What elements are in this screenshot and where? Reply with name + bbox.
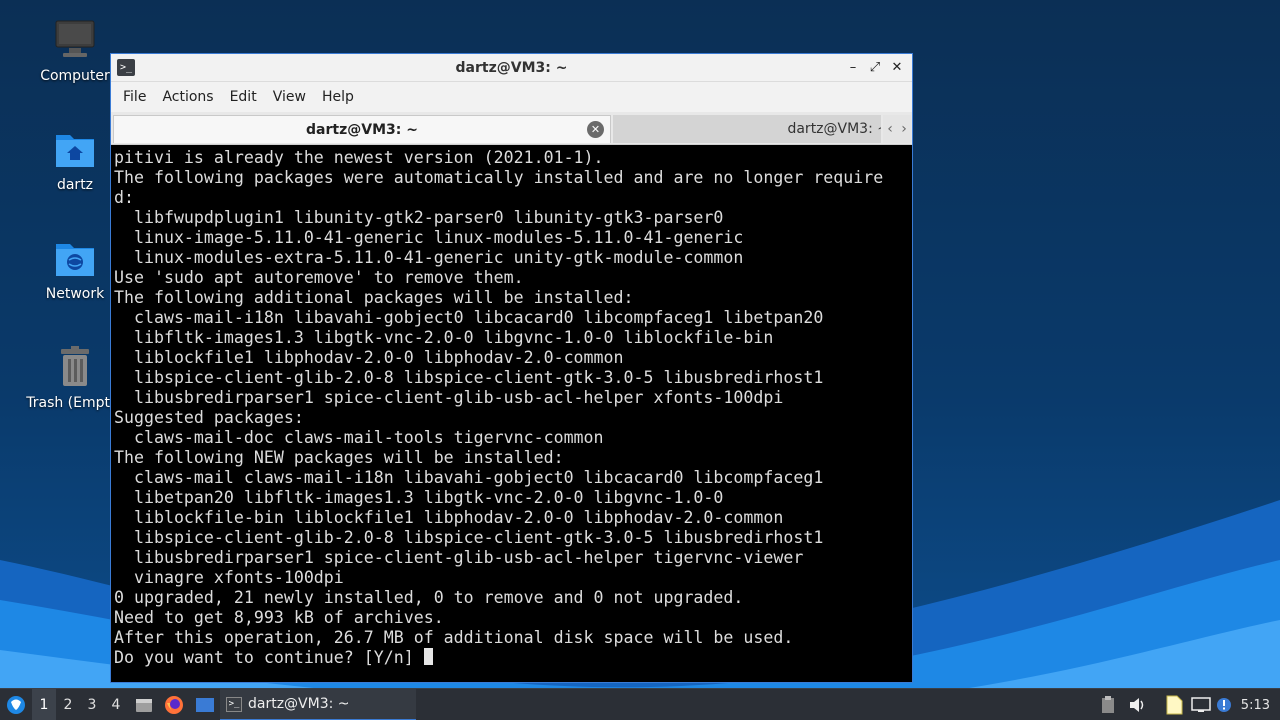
menu-file[interactable]: File: [115, 89, 154, 105]
menu-view[interactable]: View: [265, 89, 314, 105]
show-desktop-icon: [196, 698, 214, 712]
firefox-icon: [165, 696, 183, 714]
update-notifier-icon: [1217, 698, 1231, 712]
file-manager-launcher[interactable]: [134, 689, 154, 720]
start-menu-button[interactable]: [4, 689, 28, 720]
terminal-line: claws-mail-i18n libavahi-gobject0 libcac…: [114, 308, 824, 327]
terminal-line: The following additional packages will b…: [114, 288, 634, 307]
tray-network[interactable]: [1190, 689, 1212, 720]
terminal-line: pitivi is already the newest version (20…: [114, 148, 604, 167]
workspace-3[interactable]: 3: [80, 689, 104, 720]
network-icon: [1191, 697, 1211, 712]
trash-icon: [53, 345, 97, 389]
minimize-button[interactable]: –: [844, 58, 862, 78]
firefox-launcher[interactable]: [163, 689, 185, 720]
terminal-line: libetpan20 libfltk-images1.3 libgtk-vnc-…: [114, 488, 724, 507]
terminal-line: Need to get 8,993 kB of archives.: [114, 608, 444, 627]
terminal-line: claws-mail-doc claws-mail-tools tigervnc…: [114, 428, 604, 447]
maximize-button[interactable]: ⤢: [866, 58, 884, 78]
tab-scroll-right-icon[interactable]: ›: [897, 115, 911, 143]
home-folder-icon: [53, 127, 97, 171]
terminal-line: Suggested packages:: [114, 408, 304, 427]
terminal-line: d:: [114, 188, 134, 207]
menu-actions[interactable]: Actions: [154, 89, 221, 105]
terminal-line: The following packages were automaticall…: [114, 168, 884, 187]
terminal-line: vinagre xfonts-100dpi: [114, 568, 344, 587]
tab-label: dartz@VM3: ~: [787, 121, 881, 137]
menubar: File Actions Edit View Help: [111, 82, 912, 112]
terminal-line: claws-mail claws-mail-i18n libavahi-gobj…: [114, 468, 824, 487]
volume-icon: [1130, 698, 1144, 712]
start-menu-icon: [7, 696, 25, 714]
taskbar: 1 2 3 4 >_ dartz@VM3: ~ 5:13: [0, 688, 1280, 720]
tray-clipboard[interactable]: [1099, 689, 1117, 720]
menu-help[interactable]: Help: [314, 89, 362, 105]
terminal-app-icon[interactable]: >_: [117, 59, 135, 76]
tab-label: dartz@VM3: ~: [306, 121, 418, 138]
terminal-line: libspice-client-glib-2.0-8 libspice-clie…: [114, 528, 824, 547]
terminal-line: libfltk-images1.3 libgtk-vnc-2.0-0 libgv…: [114, 328, 774, 347]
terminal-prompt-line[interactable]: Do you want to continue? [Y/n]: [114, 648, 912, 668]
terminal-window[interactable]: >_ dartz@VM3: ~ – ⤢ ✕ File Actions Edit …: [110, 53, 913, 683]
task-label: dartz@VM3: ~: [248, 696, 350, 712]
terminal-prompt: Do you want to continue? [Y/n]: [114, 648, 424, 667]
terminal-line: libusbredirparser1 spice-client-glib-usb…: [114, 388, 784, 407]
workspace-4[interactable]: 4: [104, 689, 128, 720]
clipboard-icon: [1102, 696, 1114, 713]
terminal-line: Use 'sudo apt autoremove' to remove them…: [114, 268, 524, 287]
terminal-line: liblockfile1 libphodav-2.0-0 libphodav-2…: [114, 348, 624, 367]
terminal-line: libfwupdplugin1 libunity-gtk2-parser0 li…: [114, 208, 724, 227]
tab-bar: dartz@VM3: ~ ✕ dartz@VM3: ~ ‹ ›: [111, 112, 912, 145]
menu-edit[interactable]: Edit: [222, 89, 265, 105]
window-titlebar[interactable]: >_ dartz@VM3: ~ – ⤢ ✕: [111, 54, 912, 82]
terminal-line: linux-image-5.11.0-41-generic linux-modu…: [114, 228, 744, 247]
notes-icon: [1166, 695, 1183, 715]
terminal-task-icon: >_: [226, 696, 242, 712]
workspace-2[interactable]: 2: [56, 689, 80, 720]
desktop-launcher[interactable]: [194, 689, 216, 720]
window-title: dartz@VM3: ~: [455, 59, 568, 76]
terminal-line: libspice-client-glib-2.0-8 libspice-clie…: [114, 368, 824, 387]
terminal-output[interactable]: pitivi is already the newest version (20…: [111, 146, 912, 682]
text-cursor: [423, 648, 433, 665]
taskbar-task-terminal[interactable]: >_ dartz@VM3: ~: [220, 689, 416, 720]
tab-scroll-left-icon[interactable]: ‹: [883, 115, 897, 143]
computer-icon: [53, 18, 97, 62]
tray-volume[interactable]: [1127, 689, 1147, 720]
terminal-line: libusbredirparser1 spice-client-glib-usb…: [114, 548, 804, 567]
terminal-line: After this operation, 26.7 MB of additio…: [114, 628, 794, 647]
workspace-1[interactable]: 1: [32, 689, 56, 720]
tab-close-icon[interactable]: ✕: [587, 121, 604, 138]
terminal-line: liblockfile-bin liblockfile1 libphodav-2…: [114, 508, 784, 527]
tab-terminal-2[interactable]: dartz@VM3: ~: [613, 115, 881, 143]
clock[interactable]: 5:13: [1241, 689, 1270, 720]
terminal-line: The following NEW packages will be insta…: [114, 448, 564, 467]
tray-notes[interactable]: [1163, 689, 1185, 720]
terminal-line: linux-modules-extra-5.11.0-41-generic un…: [114, 248, 744, 267]
close-button[interactable]: ✕: [888, 58, 906, 78]
tab-terminal-1[interactable]: dartz@VM3: ~ ✕: [113, 115, 611, 143]
tray-updates[interactable]: [1215, 689, 1233, 720]
file-manager-icon: [136, 699, 152, 712]
terminal-line: 0 upgraded, 21 newly installed, 0 to rem…: [114, 588, 744, 607]
network-folder-icon: [53, 236, 97, 280]
